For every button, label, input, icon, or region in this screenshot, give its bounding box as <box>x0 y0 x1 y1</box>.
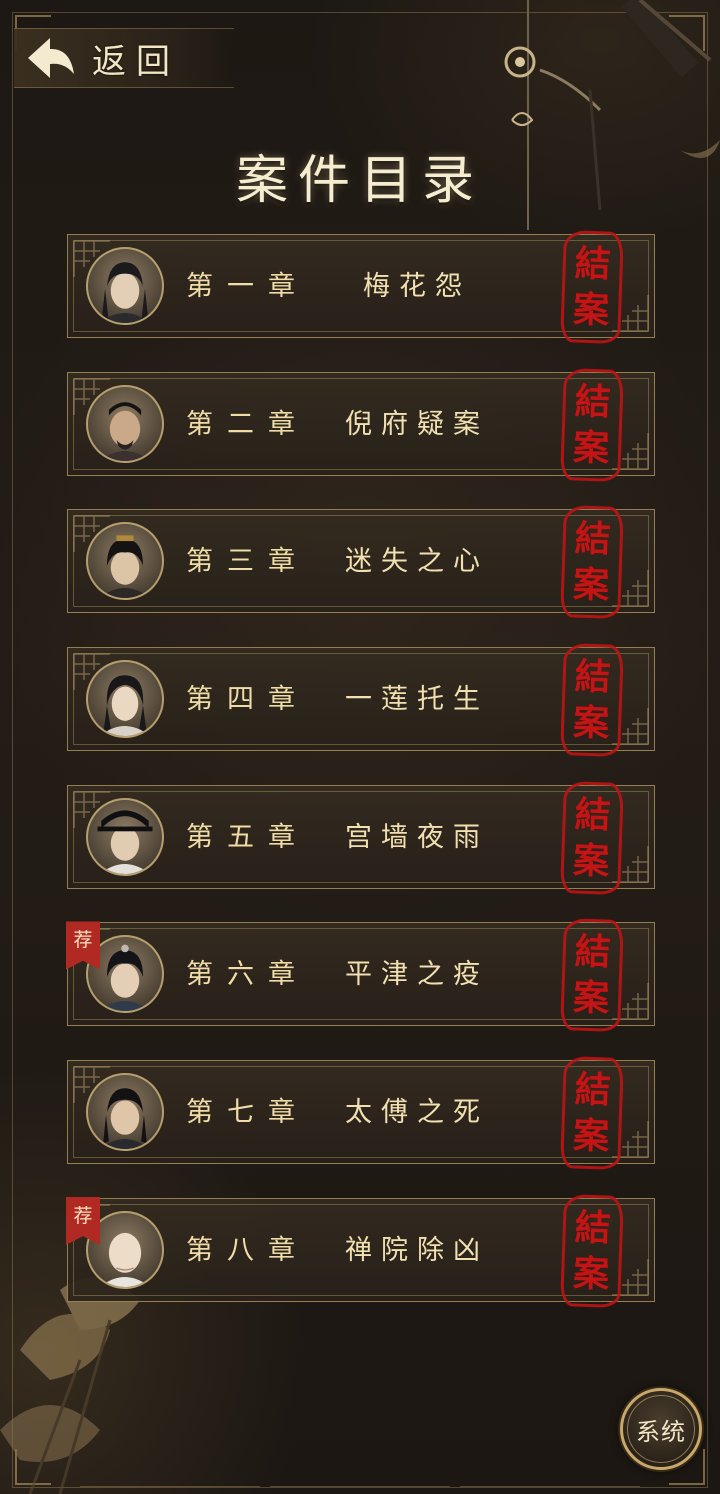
chapter-card[interactable]: 第二章 倪府疑案 結案 <box>67 367 655 482</box>
stamp-char: 案 <box>572 563 610 607</box>
back-label: 返回 <box>92 41 180 82</box>
chapter-number: 第三章 <box>186 546 309 578</box>
character-avatar <box>86 522 164 601</box>
chapter-card[interactable]: 第七章 太傅之死 結案 <box>67 1056 655 1171</box>
stamp-char: 案 <box>572 288 610 332</box>
character-avatar <box>86 1073 164 1152</box>
stamp-char: 案 <box>572 1252 610 1296</box>
closed-case-stamp-icon: 結案 <box>560 918 624 1033</box>
character-avatar <box>86 660 164 739</box>
chapter-number: 第一章 <box>186 271 309 302</box>
back-arrow-icon <box>28 38 74 78</box>
chapter-title: 太傅之死 <box>345 1097 489 1129</box>
character-avatar <box>86 247 164 325</box>
chapter-number: 第七章 <box>186 1097 309 1129</box>
chapter-number: 第六章 <box>186 959 309 991</box>
stamp-char: 結 <box>574 930 612 975</box>
page-title: 案件目录 <box>235 151 484 211</box>
chapter-number: 第五章 <box>186 821 309 853</box>
closed-case-stamp-icon: 結案 <box>560 367 624 482</box>
back-button[interactable]: 返回 <box>14 28 234 88</box>
stamp-char: 結 <box>574 517 612 562</box>
stamp-char: 結 <box>574 1206 612 1250</box>
stamp-char: 案 <box>572 1114 610 1158</box>
stamp-char: 結 <box>574 380 612 424</box>
stamp-char: 結 <box>574 242 612 286</box>
chapter-title: 禅院除凶 <box>345 1234 489 1266</box>
chapter-card[interactable]: 第一章 梅花怨 結案 <box>67 229 655 345</box>
stamp-char: 結 <box>574 793 612 837</box>
chapter-title: 倪府疑案 <box>345 408 489 440</box>
chapter-card[interactable]: 第八章 禅院除凶結案荐 <box>66 1193 655 1308</box>
chapter-card[interactable]: 第三章 迷失之心 結案 <box>67 505 655 620</box>
system-button[interactable]: 系统 <box>620 1388 702 1470</box>
stamp-char: 案 <box>572 976 610 1021</box>
chapter-list: 第一章 梅花怨結案第二章 倪府疑案結案第三章 迷失之心結案第四章 一莲托生結案第五章 宫墙… <box>66 229 655 1336</box>
closed-case-stamp-icon: 結案 <box>560 505 624 620</box>
chapter-card[interactable]: 第六章 平津之疫結案荐 <box>66 918 655 1033</box>
chapter-number: 第四章 <box>186 684 309 716</box>
stamp-char: 結 <box>574 1068 612 1112</box>
chapter-title: 梅花怨 <box>363 271 471 302</box>
closed-case-stamp-icon: 結案 <box>560 780 624 895</box>
bottom-edge-tabs <box>80 1486 640 1494</box>
chapter-title: 迷失之心 <box>345 546 489 578</box>
chapter-title: 宫墙夜雨 <box>345 821 489 853</box>
chapter-card[interactable]: 第五章 宫墙夜雨 結案 <box>67 780 655 895</box>
character-avatar <box>86 384 164 463</box>
chapter-card[interactable]: 第四章 一莲托生 結案 <box>67 643 655 758</box>
chapter-number: 第八章 <box>186 1234 309 1266</box>
character-avatar <box>86 797 164 876</box>
stamp-char: 案 <box>572 426 610 470</box>
stamp-char: 案 <box>572 701 610 745</box>
closed-case-stamp-icon: 結案 <box>560 1056 624 1171</box>
chapter-title: 一莲托生 <box>345 684 489 716</box>
chapter-number: 第二章 <box>186 408 309 440</box>
stamp-char: 結 <box>574 655 612 699</box>
closed-case-stamp-icon: 結案 <box>560 1193 624 1308</box>
stamp-char: 案 <box>572 839 610 883</box>
closed-case-stamp-icon: 結案 <box>560 229 624 345</box>
closed-case-stamp-icon: 結案 <box>560 643 624 758</box>
chapter-title: 平津之疫 <box>345 959 489 991</box>
